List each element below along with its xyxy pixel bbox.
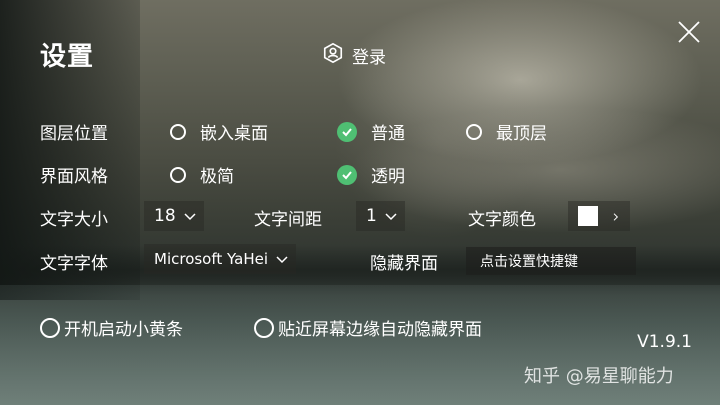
ui-style-option-minimal[interactable]: 极简: [170, 162, 234, 187]
page-title: 设置: [40, 42, 95, 72]
ui-style-option-label: 透明: [371, 167, 405, 187]
user-icon: [322, 42, 344, 69]
radio-selected-check-icon: [337, 164, 357, 185]
chevron-down-icon: [184, 206, 196, 226]
close-icon: [677, 21, 701, 48]
ui-style-option-label: 极简: [200, 167, 234, 187]
letter-spacing-label: 文字间距: [254, 210, 322, 230]
layer-option-topmost[interactable]: 最顶层: [466, 119, 547, 144]
autostart-option[interactable]: 开机启动小黄条: [40, 315, 183, 340]
ui-style-label: 界面风格: [40, 167, 108, 187]
login-button[interactable]: 登录: [322, 42, 386, 69]
font-size-label: 文字大小: [40, 210, 108, 230]
radio-unselected-icon: [254, 317, 274, 338]
font-family-label: 文字字体: [40, 254, 108, 274]
edge-hide-label: 贴近屏幕边缘自动隐藏界面: [278, 320, 482, 340]
watermark: 知乎 @易星聊能力: [524, 366, 674, 387]
font-family-dropdown[interactable]: Microsoft YaHei: [144, 244, 296, 274]
letter-spacing-dropdown[interactable]: 1: [356, 201, 405, 231]
radio-unselected-icon: [170, 166, 186, 183]
color-swatch: [578, 206, 598, 226]
letter-spacing-value: 1: [366, 206, 377, 226]
autostart-label: 开机启动小黄条: [64, 320, 183, 340]
hotkey-input[interactable]: 点击设置快捷键: [466, 247, 636, 275]
text-color-label: 文字颜色: [468, 210, 536, 230]
chevron-down-icon: [385, 206, 397, 226]
font-size-value: 18: [154, 206, 176, 226]
hide-ui-label: 隐藏界面: [370, 254, 438, 274]
layer-position-label: 图层位置: [40, 124, 108, 144]
chevron-down-icon: [276, 250, 288, 268]
layer-option-label: 普通: [371, 124, 405, 144]
version-label: V1.9.1: [637, 332, 692, 352]
layer-option-normal[interactable]: 普通: [337, 119, 405, 144]
layer-option-label: 最顶层: [496, 124, 547, 144]
ui-style-option-transparent[interactable]: 透明: [337, 162, 405, 187]
radio-unselected-icon: [466, 123, 482, 140]
chevron-right-icon: [610, 206, 622, 226]
text-color-picker[interactable]: [568, 201, 630, 231]
layer-option-label: 嵌入桌面: [200, 124, 268, 144]
hotkey-placeholder: 点击设置快捷键: [480, 254, 578, 270]
font-size-dropdown[interactable]: 18: [144, 201, 204, 231]
radio-unselected-icon: [170, 123, 186, 140]
layer-option-embed-desktop[interactable]: 嵌入桌面: [170, 119, 268, 144]
radio-selected-check-icon: [337, 121, 357, 142]
login-label: 登录: [352, 48, 386, 68]
edge-hide-option[interactable]: 贴近屏幕边缘自动隐藏界面: [254, 315, 482, 340]
font-family-value: Microsoft YaHei: [154, 250, 268, 268]
close-button[interactable]: [677, 20, 701, 44]
radio-unselected-icon: [40, 317, 60, 338]
